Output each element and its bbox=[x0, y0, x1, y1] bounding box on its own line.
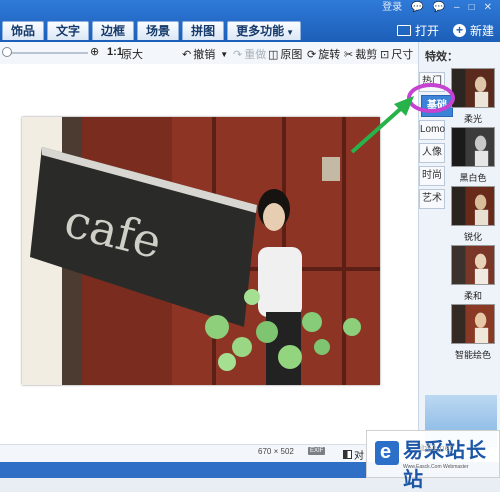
crop-icon: ✂ bbox=[344, 48, 354, 61]
original-label: 原图 bbox=[280, 49, 303, 61]
image-width: 670 bbox=[258, 447, 272, 456]
site-watermark: 易采站长站 Www.Easck.Com Webmaster bbox=[366, 430, 500, 491]
compare-icon bbox=[343, 450, 352, 459]
maximize-button[interactable]: □ bbox=[469, 2, 475, 14]
tab-collage[interactable]: 拼图 bbox=[182, 21, 225, 40]
site-logo-icon bbox=[375, 441, 399, 465]
message-icon[interactable]: 💬 bbox=[433, 2, 445, 14]
zoom-in-icon[interactable]: ⊕ bbox=[90, 46, 102, 58]
top-links: 登录 💬 💬 – □ ✕ bbox=[382, 2, 492, 14]
effect-label: 柔光 bbox=[463, 114, 482, 124]
plus-icon: + bbox=[452, 24, 466, 37]
tab-text[interactable]: 文字 bbox=[47, 21, 90, 40]
effect-label: 黑白色 bbox=[459, 173, 487, 183]
open-button[interactable]: 打开 bbox=[396, 22, 439, 39]
effect-sharpen[interactable]: 锐化 bbox=[448, 186, 498, 245]
close-button[interactable]: ✕ bbox=[484, 2, 492, 14]
effect-thumbnails: 柔光 黑白色 锐化 柔和 智能绘色 bbox=[448, 68, 498, 363]
redo-label: 重做 bbox=[244, 49, 267, 61]
category-art[interactable]: 艺术 bbox=[419, 189, 445, 209]
rotate-button[interactable]: ⟳ 旋转 bbox=[307, 46, 340, 62]
tab-border[interactable]: 边框 bbox=[92, 21, 135, 40]
effect-thumbnail-image bbox=[451, 186, 495, 226]
effect-thumbnail-image bbox=[451, 68, 495, 108]
tab-more-label: 更多功能 bbox=[236, 24, 285, 38]
compare-label: 对 bbox=[354, 451, 364, 462]
app-header: 登录 💬 💬 – □ ✕ 饰品 文字 边框 场景 拼图 更多功能 ▼ 打开 + 新… bbox=[0, 0, 500, 42]
crop-button[interactable]: ✂ 裁剪 bbox=[344, 46, 377, 62]
tab-scene[interactable]: 场景 bbox=[137, 21, 180, 40]
main-tabs: 饰品 文字 边框 场景 拼图 更多功能 ▼ bbox=[2, 21, 302, 40]
status-bar: 670 × 502 EXIF 对 bbox=[0, 444, 418, 463]
redo-button[interactable]: ↷ 重做 bbox=[233, 46, 266, 62]
undo-icon: ↶ bbox=[182, 48, 192, 61]
crop-label: 裁剪 bbox=[355, 49, 378, 61]
tab-accessories[interactable]: 饰品 bbox=[2, 21, 45, 40]
effect-thumbnail-image bbox=[451, 304, 495, 344]
exif-button[interactable]: EXIF bbox=[308, 447, 326, 455]
effect-thumbnail-image bbox=[451, 127, 495, 167]
feedback-icon[interactable]: 💬 bbox=[411, 2, 423, 14]
watermark-subtitle: Www.Easck.Com Webmaster bbox=[403, 464, 469, 470]
watermark-domain: jb51.net bbox=[420, 443, 453, 453]
zoom-slider[interactable] bbox=[8, 52, 88, 54]
effect-smart-color[interactable]: 智能绘色 bbox=[448, 304, 498, 363]
new-label: 新建 bbox=[469, 24, 494, 38]
new-button[interactable]: + 新建 bbox=[452, 22, 494, 39]
undo-button[interactable]: ↶ 撤销 ▼ bbox=[182, 46, 228, 62]
resize-icon: ⊡ bbox=[380, 48, 390, 61]
effect-label: 智能绘色 bbox=[454, 350, 491, 360]
caret-down-icon: ▼ bbox=[286, 28, 295, 37]
resize-label: 尺寸 bbox=[391, 49, 414, 61]
zoom-slider-handle[interactable] bbox=[2, 47, 12, 57]
effect-label: 柔和 bbox=[463, 291, 482, 301]
rotate-label: 旋转 bbox=[318, 49, 341, 61]
header-actions: 打开 + 新建 bbox=[396, 22, 494, 39]
tab-more-functions[interactable]: 更多功能 ▼ bbox=[227, 21, 302, 40]
original-button[interactable]: ◫ 原图 bbox=[268, 46, 302, 62]
edited-photo[interactable]: cafe bbox=[22, 117, 380, 385]
login-link[interactable]: 登录 bbox=[382, 2, 402, 14]
actual-size-button[interactable]: 原大 bbox=[121, 46, 143, 62]
edit-toolbar: ⊕ 1:1 原大 ↶ 撤销 ▼ ↷ 重做 ◫ 原图 ⟳ 旋转 ✂ 裁剪 ⊡ 尺寸 bbox=[0, 42, 418, 65]
resize-button[interactable]: ⊡ 尺寸 bbox=[380, 46, 413, 62]
compare-button[interactable]: 对 bbox=[343, 447, 364, 462]
arrow-icon bbox=[350, 96, 414, 154]
redo-icon: ↷ bbox=[233, 48, 243, 61]
effect-thumbnail-image bbox=[451, 245, 495, 285]
dimension-separator: × bbox=[273, 447, 279, 456]
effect-label: 锐化 bbox=[463, 232, 482, 242]
folder-icon bbox=[396, 25, 411, 36]
undo-dropdown-icon[interactable]: ▼ bbox=[220, 50, 228, 59]
rotate-icon: ⟳ bbox=[307, 48, 317, 61]
effect-soft-light[interactable]: 柔光 bbox=[448, 68, 498, 127]
category-fashion[interactable]: 时尚 bbox=[419, 166, 445, 186]
image-height: 502 bbox=[280, 447, 294, 456]
image-dimensions: 670 × 502 bbox=[258, 447, 294, 456]
minimize-button[interactable]: – bbox=[454, 2, 460, 14]
undo-label: 撤销 bbox=[193, 49, 216, 61]
effect-soft[interactable]: 柔和 bbox=[448, 245, 498, 304]
effects-title: 特效： bbox=[425, 51, 458, 63]
open-label: 打开 bbox=[414, 24, 439, 38]
effect-black-white[interactable]: 黑白色 bbox=[448, 127, 498, 186]
original-icon: ◫ bbox=[268, 48, 279, 61]
